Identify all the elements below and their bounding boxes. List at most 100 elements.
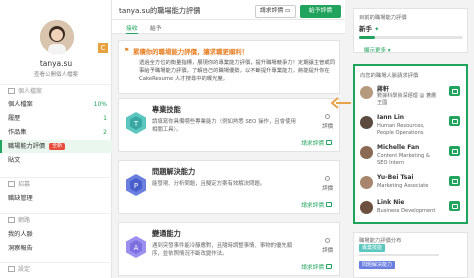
person-role: 數據科學資深經理 @ 蒼鷹王國 [377,93,437,106]
gear-icon [8,266,15,272]
distribution-tag: 專業技能 [359,244,386,252]
card-title: 專業技能 [152,105,181,114]
section-network: 網路 [0,213,112,226]
card-title: 變通能力 [152,229,181,238]
person-role: Marketing Associate [377,183,429,189]
person-role: Human Resources, People Operations [377,123,425,136]
person-name[interactable]: Iann Lin [377,114,404,121]
username: tanya.su [39,59,73,68]
radio-icon [325,238,331,243]
sidebar-item-posts[interactable]: 貼文 [0,154,112,167]
request-icon[interactable] [449,146,460,156]
tab-received[interactable]: 接收 [126,23,138,34]
page-title: tanya.su的職場能力評價 [119,6,201,15]
list-item: Michelle Fan Content Marketing & SEO Int… [355,142,466,172]
distribution-bar [359,254,439,256]
card-request-button[interactable]: 請求評價 [301,200,332,209]
distribution-tag: 問題解決能力 [359,261,396,269]
person-name[interactable]: Link Nie [377,199,404,206]
section-recruit: 招募 [0,177,112,190]
user-icon [8,88,15,94]
professional-skill-icon: T [126,112,146,134]
sidebar: C tanya.su 查看公開個人檔案 個人檔案 個人檔案 10% 履歷 1 作品集… [0,0,112,278]
sidebar-item-profile[interactable]: 個人檔案 10% [0,98,112,111]
top-bar: tanya.su的職場能力評價 請求評價 ▭ 給予評價 [112,0,345,20]
sidebar-item-skill-review[interactable]: 職場能力評價 全新 [0,140,112,153]
avatar[interactable] [360,201,373,214]
avatar[interactable] [360,86,373,99]
svg-text:A: A [134,244,139,252]
adaptability-icon: A [126,236,146,258]
problem-solving-icon: P [126,174,146,196]
person-role: Business Development [377,208,436,214]
card-description: 遇到突發事件能冷靜應對，且隨時調整事情、事物的優先順序，並依照情況不斷改變作法。 [152,243,293,257]
section-settings: 設定 [0,262,112,275]
give-review-button[interactable]: 給予評價 [300,5,341,18]
level-value: 新手 ✦ [359,25,380,33]
level-progress-bar [359,36,463,39]
sidebar-item-portfolio[interactable]: 作品集 2 [0,126,112,139]
profile-avatar[interactable] [40,20,74,54]
request-icon[interactable] [449,201,460,211]
cake-logo-icon[interactable]: C [98,43,108,53]
distribution-label: 職場能力評價分布 [359,238,402,244]
sidebar-item-connections[interactable]: 我的人脈 [0,228,112,241]
card-description: 請填寫你具備哪些專業能力（例如熟悉 SEO 操作，且會使用相關工具）。 [152,119,296,133]
info-body: 透過全方位的衡量指標，展現你的專業能力評價，提升職場競爭力！定期讓主管或同事給予… [139,60,335,82]
chat-icon: ▭ [285,8,291,14]
section-profile: 個人檔案 [0,84,112,97]
level-progress-fill [359,36,375,39]
radio-icon [325,176,331,181]
card-title: 問題解決能力 [152,167,196,176]
card-eval-toggle[interactable]: 評價 [322,176,333,192]
avatar[interactable] [360,176,373,189]
card-description: 能發現、分析問題，且擬定方案有效解決問題。 [152,181,266,187]
sidebar-item-jobs[interactable]: 職缺管理 [0,192,112,205]
skill-card-adaptability: A 變通能力 遇到突發事件能冷靜應對，且隨時調整事情、事物的優先順序，並依照情況… [118,222,340,276]
person-role: Content Marketing & SEO Intern [377,153,430,166]
card-request-button[interactable]: 請求評價 [301,262,332,271]
chat-icon [326,140,332,145]
level-box: 目前的職場能力評價 新手 ✦ 顯示更多 ▾ [353,8,468,54]
person-name[interactable]: Yu-Bei Tsai [377,174,413,181]
radio-icon [325,114,331,119]
request-icon[interactable] [449,176,460,186]
distribution-box: 職場能力評價分布 專業技能 問題解決能力 [353,232,468,278]
tab-given[interactable]: 給予 [150,23,162,32]
info-banner: ⚑ 累積你的職場能力評價，讓求職更順利！ 透過全方位的衡量指標，展現你的專業能力… [118,40,340,94]
recommend-heading: 向您的職場人脈請求評價 [360,73,419,79]
chevron-down-icon: ▾ [387,48,391,54]
person-name[interactable]: 蔣軒 [377,84,389,93]
card-request-button[interactable]: 請求評價 [301,138,332,147]
chat-icon [326,264,332,269]
avatar[interactable] [360,116,373,129]
pointer-arrow-icon [330,97,351,109]
list-item: Link Nie Business Development [355,197,466,227]
recommend-box: 向您的職場人脈請求評價 蔣軒 數據科學資深經理 @ 蒼鷹王國 Iann Lin … [353,64,468,224]
skill-card-problem-solving: P 問題解決能力 能發現、分析問題，且擬定方案有效解決問題。 評價 請求評價 [118,160,340,214]
person-name[interactable]: Michelle Fan [377,144,419,151]
card-eval-toggle[interactable]: 評價 [322,238,333,254]
request-review-button[interactable]: 請求評價 ▭ [255,5,296,18]
request-icon[interactable] [449,86,460,96]
info-heading: 累積你的職場能力評價，讓求職更順利！ [133,48,249,56]
flag-icon: ⚑ [124,47,130,54]
sidebar-item-resume[interactable]: 履歷 1 [0,112,112,125]
leaf-icon: ✦ [374,26,380,33]
sidebar-item-insights[interactable]: 洞察報告 [0,242,112,255]
list-item: Iann Lin Human Resources, People Operati… [355,112,466,142]
new-badge: 全新 [49,143,66,150]
show-more-link[interactable]: 顯示更多 ▾ [364,46,391,54]
tab-bar: 接收 給予 [112,20,345,34]
right-panel: 目前的職場能力評價 新手 ✦ 顯示更多 ▾ 向您的職場人脈請求評價 蔣軒 數據科… [345,0,474,278]
chat-icon [326,202,332,207]
level-label: 目前的職場能力評價 [359,15,407,21]
skill-card-professional: T 專業技能 請填寫你具備哪些專業能力（例如熟悉 SEO 操作，且會使用相關工具… [118,98,340,152]
request-icon[interactable] [449,116,460,126]
public-profile-link[interactable]: 查看公開個人檔案 [0,70,112,78]
avatar[interactable] [360,146,373,159]
main-content: tanya.su的職場能力評價 請求評價 ▭ 給予評價 接收 給予 ⚑ 累積你的… [112,0,345,278]
card-eval-toggle[interactable]: 評價 [322,114,333,130]
svg-text:P: P [134,182,138,190]
briefcase-icon [8,181,15,187]
